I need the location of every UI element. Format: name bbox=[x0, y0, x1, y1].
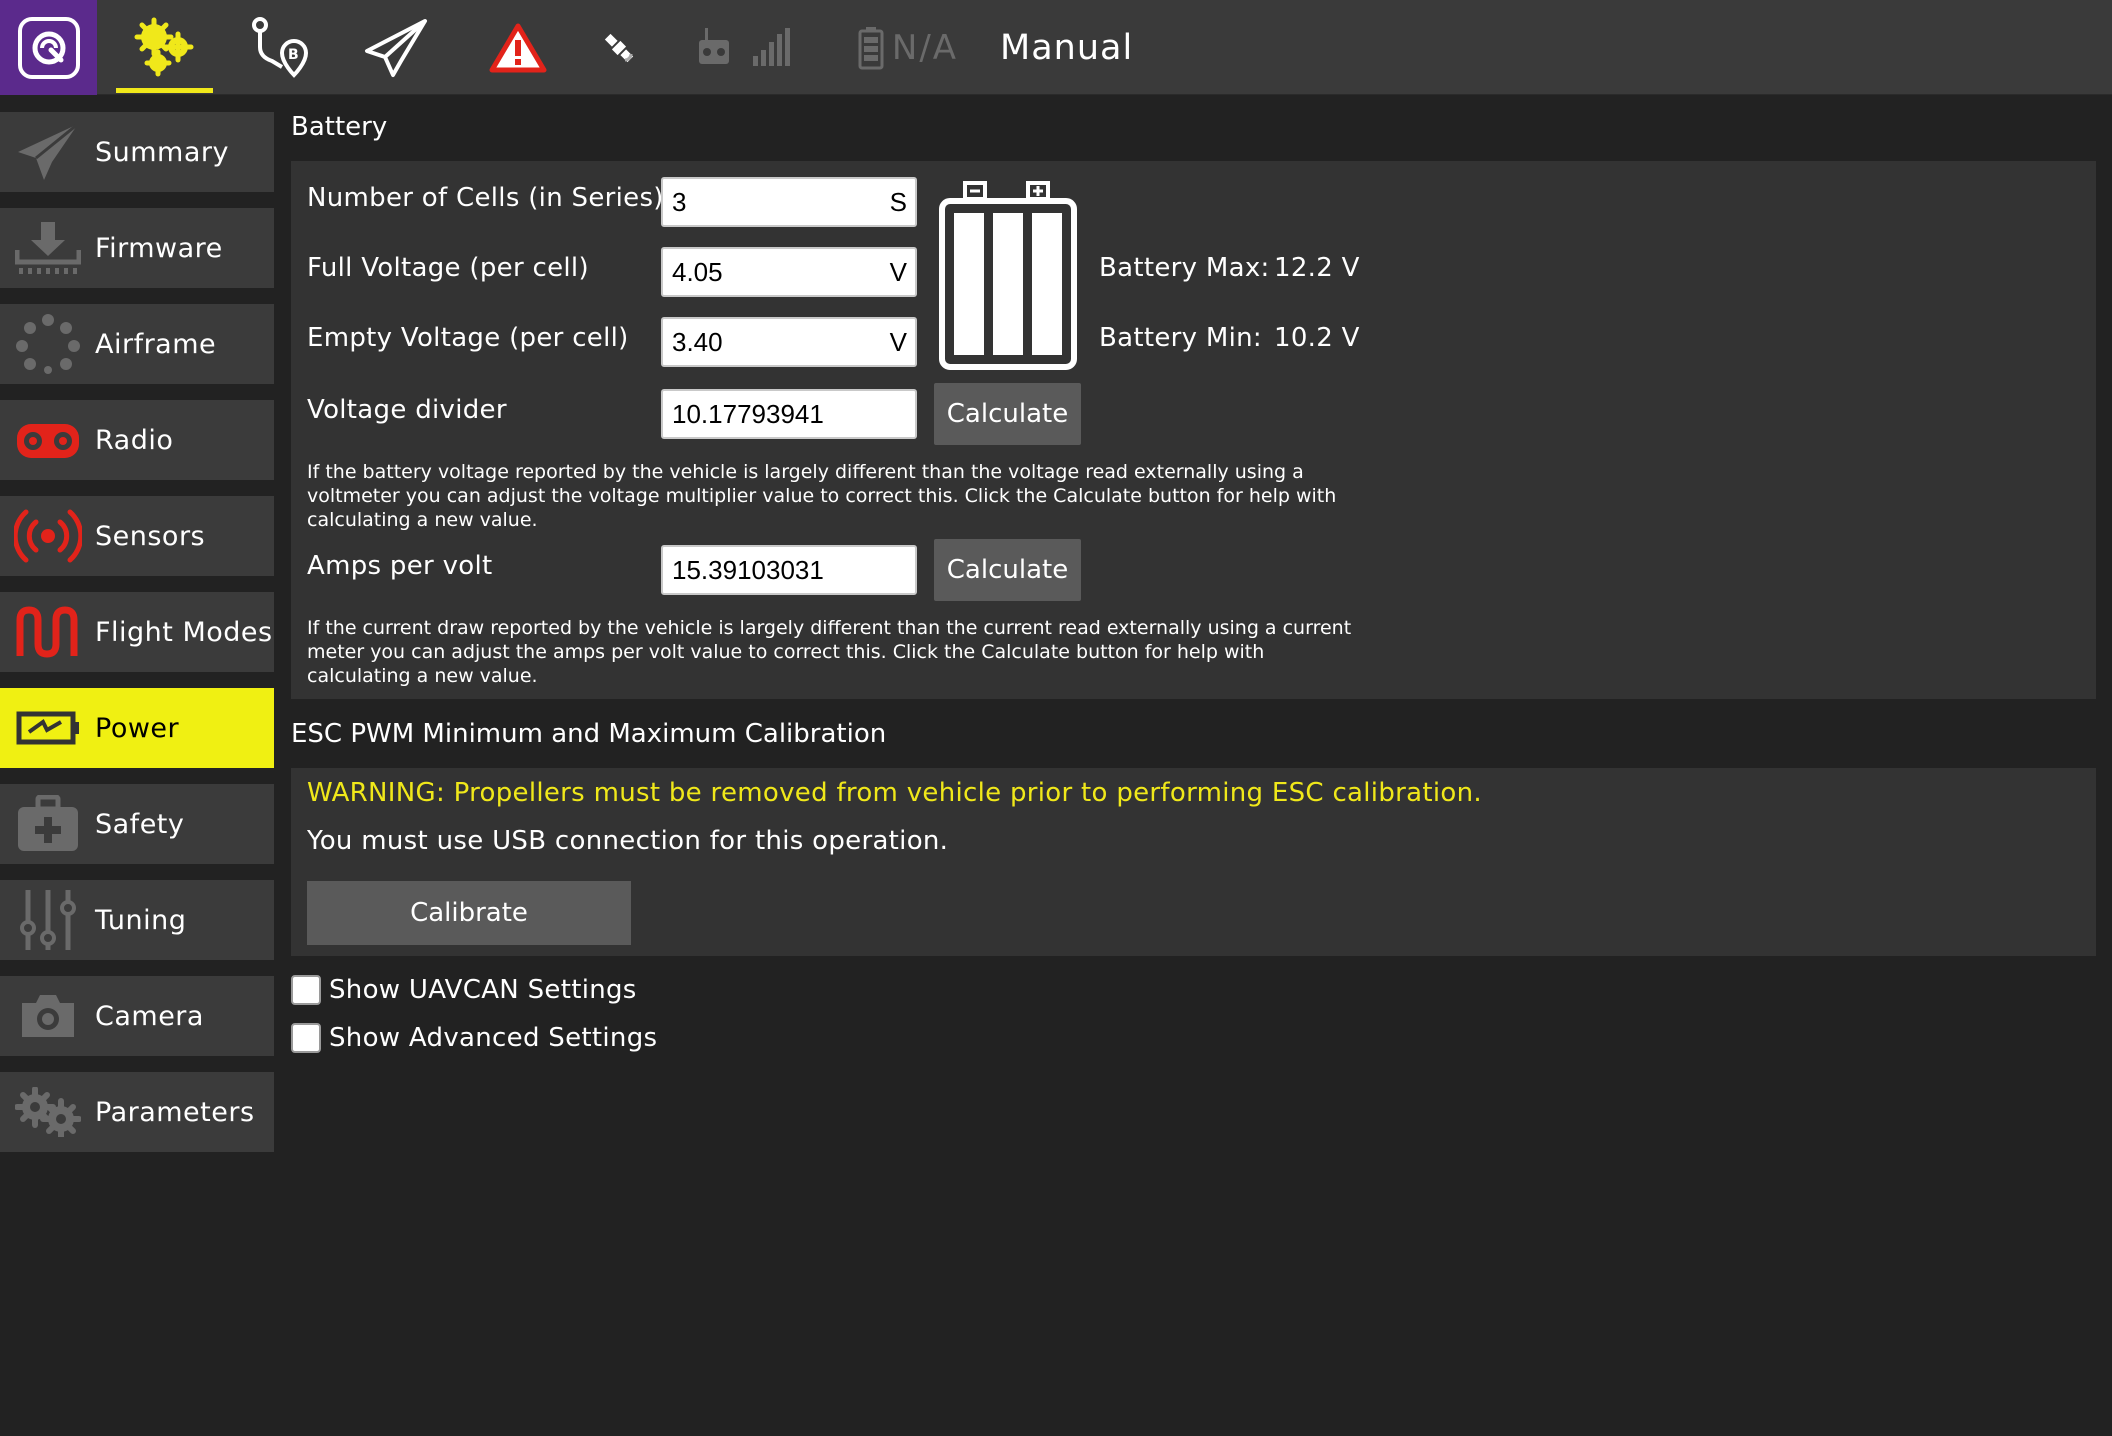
qgc-logo-button[interactable] bbox=[0, 0, 97, 95]
esc-panel: WARNING: Propellers must be removed from… bbox=[291, 768, 2096, 956]
empty-voltage-unit: V bbox=[889, 326, 907, 357]
show-advanced-checkbox[interactable] bbox=[291, 1023, 321, 1053]
sensors-signal-icon bbox=[0, 496, 95, 576]
rc-rssi-button[interactable] bbox=[690, 0, 800, 95]
sidebar-item-summary[interactable]: Summary bbox=[0, 112, 274, 192]
sidebar-item-label: Tuning bbox=[95, 904, 187, 936]
svg-text:B: B bbox=[288, 47, 299, 63]
show-uavcan-label: Show UAVCAN Settings bbox=[329, 975, 637, 1005]
full-voltage-input[interactable]: 4.05 V bbox=[661, 247, 917, 297]
active-tab-underline bbox=[116, 88, 213, 93]
voltage-divider-help: If the battery voltage reported by the v… bbox=[307, 461, 1337, 531]
empty-voltage-label: Empty Voltage (per cell) bbox=[307, 323, 629, 353]
sidebar-item-power[interactable]: Power bbox=[0, 688, 274, 768]
paper-plane-icon bbox=[0, 112, 95, 192]
airframe-dots-icon bbox=[0, 304, 95, 384]
sidebar-item-label: Airframe bbox=[95, 328, 217, 360]
esc-section-title: ESC PWM Minimum and Maximum Calibration bbox=[291, 719, 887, 749]
flight-modes-wave-icon bbox=[0, 592, 95, 672]
sidebar-item-label: Radio bbox=[95, 424, 174, 456]
cells-value: 3 bbox=[672, 186, 687, 217]
calculate-amps-per-volt-button[interactable]: Calculate bbox=[934, 539, 1081, 601]
safety-kit-icon bbox=[0, 784, 95, 864]
gps-status-button[interactable] bbox=[584, 0, 654, 95]
battery-min-value: 10.2 V bbox=[1274, 323, 1360, 353]
cells-input[interactable]: 3 S bbox=[661, 177, 917, 227]
sidebar-item-camera[interactable]: Camera bbox=[0, 976, 274, 1056]
battery-max-value: 12.2 V bbox=[1274, 253, 1360, 283]
camera-icon bbox=[0, 976, 95, 1056]
voltage-divider-input[interactable]: 10.17793941 bbox=[661, 389, 917, 439]
gps-satellite-icon bbox=[604, 33, 634, 62]
full-voltage-unit: V bbox=[889, 256, 907, 287]
amps-per-volt-help: If the current draw reported by the vehi… bbox=[307, 617, 1352, 687]
sidebar-item-radio[interactable]: Radio bbox=[0, 400, 274, 480]
sidebar-item-airframe[interactable]: Airframe bbox=[0, 304, 274, 384]
voltage-divider-value: 10.17793941 bbox=[672, 398, 824, 429]
cells-unit: S bbox=[889, 186, 907, 217]
sidebar-item-firmware[interactable]: Firmware bbox=[0, 208, 274, 288]
show-advanced-label: Show Advanced Settings bbox=[329, 1023, 658, 1053]
sidebar-item-label: Firmware bbox=[95, 232, 223, 264]
vehicle-setup-button[interactable] bbox=[116, 0, 213, 95]
battery-max-label: Battery Max: bbox=[1099, 253, 1270, 283]
rc-signal-icon bbox=[699, 27, 790, 66]
amps-per-volt-label: Amps per volt bbox=[307, 551, 493, 581]
warning-triangle-icon bbox=[489, 23, 547, 72]
radio-controller-icon bbox=[0, 400, 95, 480]
voltage-divider-label: Voltage divider bbox=[307, 395, 507, 425]
calculate-voltage-divider-button[interactable]: Calculate bbox=[934, 383, 1081, 445]
sidebar-item-safety[interactable]: Safety bbox=[0, 784, 274, 864]
full-voltage-value: 4.05 bbox=[672, 256, 723, 287]
top-toolbar: B N/A Manual bbox=[0, 0, 2112, 95]
cells-label: Number of Cells (in Series) bbox=[307, 183, 664, 213]
sidebar-item-flight-modes[interactable]: Flight Modes bbox=[0, 592, 274, 672]
show-uavcan-settings-row[interactable]: Show UAVCAN Settings bbox=[291, 975, 637, 1005]
calibrate-button[interactable]: Calibrate bbox=[307, 881, 631, 945]
battery-min-label: Battery Min: bbox=[1099, 323, 1262, 353]
sidebar-item-sensors[interactable]: Sensors bbox=[0, 496, 274, 576]
messages-warning-button[interactable] bbox=[478, 0, 558, 95]
battery-status-button[interactable]: N/A bbox=[848, 0, 968, 95]
amps-per-volt-value: 15.39103031 bbox=[672, 554, 824, 585]
sidebar-item-tuning[interactable]: Tuning bbox=[0, 880, 274, 960]
sidebar-item-label: Parameters bbox=[95, 1096, 255, 1128]
vehicle-setup-gears-icon bbox=[134, 17, 193, 76]
fly-paper-plane-icon bbox=[365, 18, 427, 77]
esc-warning-text: WARNING: Propellers must be removed from… bbox=[307, 778, 1482, 808]
full-voltage-label: Full Voltage (per cell) bbox=[307, 253, 589, 283]
amps-per-volt-input[interactable]: 15.39103031 bbox=[661, 545, 917, 595]
sidebar-item-label: Summary bbox=[95, 136, 229, 168]
usb-note-text: You must use USB connection for this ope… bbox=[307, 826, 949, 856]
download-icon bbox=[0, 208, 95, 288]
show-advanced-settings-row[interactable]: Show Advanced Settings bbox=[291, 1023, 657, 1053]
show-uavcan-checkbox[interactable] bbox=[291, 975, 321, 1005]
battery-panel: Number of Cells (in Series) 3 S Full Vol… bbox=[291, 161, 2096, 699]
sidebar-item-label: Camera bbox=[95, 1000, 204, 1032]
plan-view-button[interactable]: B bbox=[240, 0, 320, 95]
battery-section-title: Battery bbox=[291, 112, 388, 142]
sidebar-item-label: Power bbox=[95, 712, 180, 744]
battery-icon bbox=[858, 26, 884, 69]
plan-route-icon: B bbox=[252, 16, 309, 78]
flight-mode-label: Manual bbox=[1000, 27, 1134, 68]
fly-view-button[interactable] bbox=[356, 0, 436, 95]
battery-status-text: N/A bbox=[891, 27, 959, 68]
battery-cells-icon bbox=[939, 181, 1077, 370]
qgc-logo-icon bbox=[17, 16, 80, 79]
empty-voltage-value: 3.40 bbox=[672, 326, 723, 357]
power-battery-icon bbox=[0, 688, 95, 768]
sidebar-item-parameters[interactable]: Parameters bbox=[0, 1072, 274, 1152]
flight-mode-selector[interactable]: Manual bbox=[1000, 0, 1160, 95]
sidebar-item-label: Flight Modes bbox=[95, 616, 273, 648]
empty-voltage-input[interactable]: 3.40 V bbox=[661, 317, 917, 367]
parameters-gears-icon bbox=[0, 1072, 95, 1152]
sidebar-item-label: Safety bbox=[95, 808, 185, 840]
tuning-sliders-icon bbox=[0, 880, 95, 960]
sidebar-item-label: Sensors bbox=[95, 520, 206, 552]
